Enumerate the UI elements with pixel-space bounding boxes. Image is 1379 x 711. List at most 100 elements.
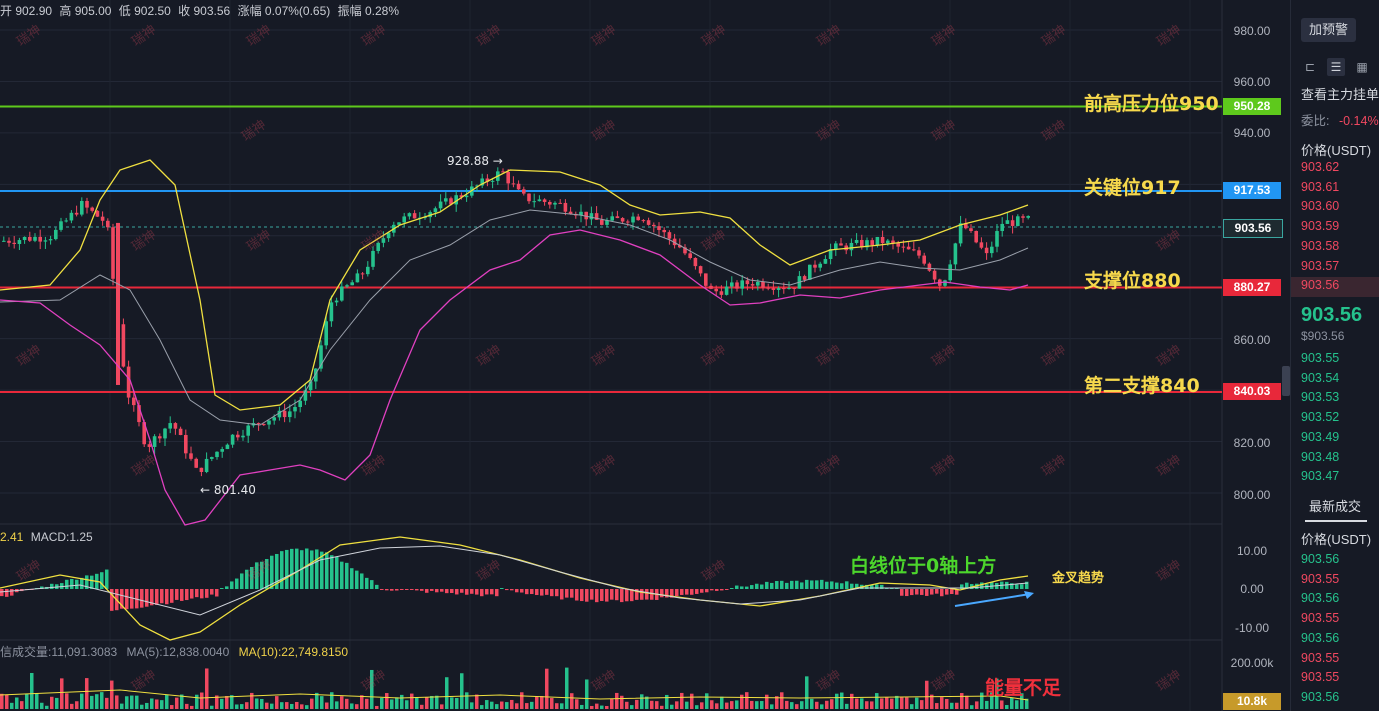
volume-bar [870,701,874,709]
volume-bar [290,703,294,709]
volume-bar [480,705,484,709]
volume-bar [570,693,574,709]
volume-bar [625,701,629,709]
macd-bar [355,570,359,589]
macd-bar [5,589,9,597]
macd-bar [445,589,449,594]
ohlc-high: 高 905.00 [59,4,112,18]
price-level-box: 950.28 [1223,98,1281,115]
macd-bar [490,589,494,595]
candle-body [490,180,495,182]
volume-bar [135,695,139,709]
volume-bar [620,695,624,709]
volume-bar [95,694,99,709]
volume-bar [975,701,979,709]
macd-bar [795,580,799,589]
macd-bar [765,581,769,589]
trade-row: 903.55 [1301,611,1340,626]
support-label: 支撑位880 [1084,270,1181,292]
macd-bar [835,582,839,589]
price-level-box: 880.27 [1223,279,1281,296]
volume-bar [250,692,254,709]
macd-bar [365,577,369,589]
trade-row: 903.55 [1301,571,1340,586]
macd-bar [335,556,339,589]
volume-ma-line [0,689,1029,701]
chart-area[interactable]: 开 902.90 高 905.00 低 902.50 收 903.56 涨幅 0… [0,0,1290,711]
bid-row: 903.55 [1301,351,1340,365]
candle-body [704,273,708,286]
volume-bar [900,697,904,709]
candle-body [350,282,354,286]
candle-body [782,288,786,290]
candle-body [340,286,344,301]
volume-bar [605,705,609,709]
volume-bar [285,702,289,709]
macd-bar [675,589,679,597]
bid-row: 903.49 [1301,429,1340,444]
last-price-usd: $903.56 [1301,329,1345,343]
volume-bar [680,692,684,709]
candle-body [116,222,120,385]
candle-body [267,420,271,425]
volume-bar [460,673,464,709]
volume-bar [810,698,814,709]
macd-bar [780,580,784,589]
volume-bar [745,692,749,709]
volume-bar [15,697,19,709]
tab-latest-trades[interactable]: 最新成交 [1309,496,1361,515]
volume-bar [985,700,989,709]
volume-bar [60,678,64,709]
bid-row: 903.53 [1301,390,1340,405]
macd-bar [555,589,559,597]
candle-body [184,435,188,454]
macd-dif: 2.41 [0,530,24,544]
candle-body [298,400,302,408]
volume-bar [325,702,329,709]
candle-body [1016,216,1020,226]
volume-bar [225,696,229,709]
candle-body [59,221,63,230]
trade-row: 903.56 [1301,552,1340,566]
macd-bar [515,589,519,593]
left-align-icon[interactable]: ⊏ [1301,58,1319,76]
volume-bar [75,701,79,709]
volume-bar [50,696,54,709]
macd-bar [170,589,174,603]
candle-body [54,229,58,240]
add-alert-button[interactable]: 加预警 [1301,18,1356,42]
macd-bar [940,589,944,597]
volume-bar [100,692,104,709]
candle-body [745,280,750,285]
order-book-sidebar: 加预警 ⊏ ☰ ▦ 查看主力挂单 委比: -0.14% 价格(USDT) 903.6… [1290,0,1379,711]
candle-body [834,243,838,250]
candle-body [506,171,510,184]
candle-body [927,263,932,271]
candle-body [433,208,438,213]
y-axis-tick: 0.00 [1240,582,1264,596]
volume-bar [210,705,214,709]
candle-body [199,467,204,472]
volume-value: 信成交量:11,091.3083 [0,645,118,659]
candle-body [132,397,136,406]
macd-bar [930,589,934,595]
candle-body [282,410,287,418]
candle-body [563,202,568,212]
candle-body [1000,223,1004,232]
panel-resize-handle[interactable] [1282,366,1290,396]
volume-bar [880,698,884,709]
macd-bar [465,589,469,595]
candle-body [1021,216,1025,218]
macd-bar [585,589,589,602]
macd-bar [235,578,239,589]
volume-bar [470,702,474,709]
view-main-orders-link[interactable]: 查看主力挂单 [1301,84,1379,103]
macd-bar [810,580,814,589]
list-icon[interactable]: ☰ [1327,58,1345,76]
volume-bar [520,692,524,709]
volume-bar [385,693,389,709]
volume-bar [785,700,789,709]
grid-icon[interactable]: ▦ [1353,58,1371,76]
volume-bar [695,705,699,709]
candle-body [839,243,843,246]
